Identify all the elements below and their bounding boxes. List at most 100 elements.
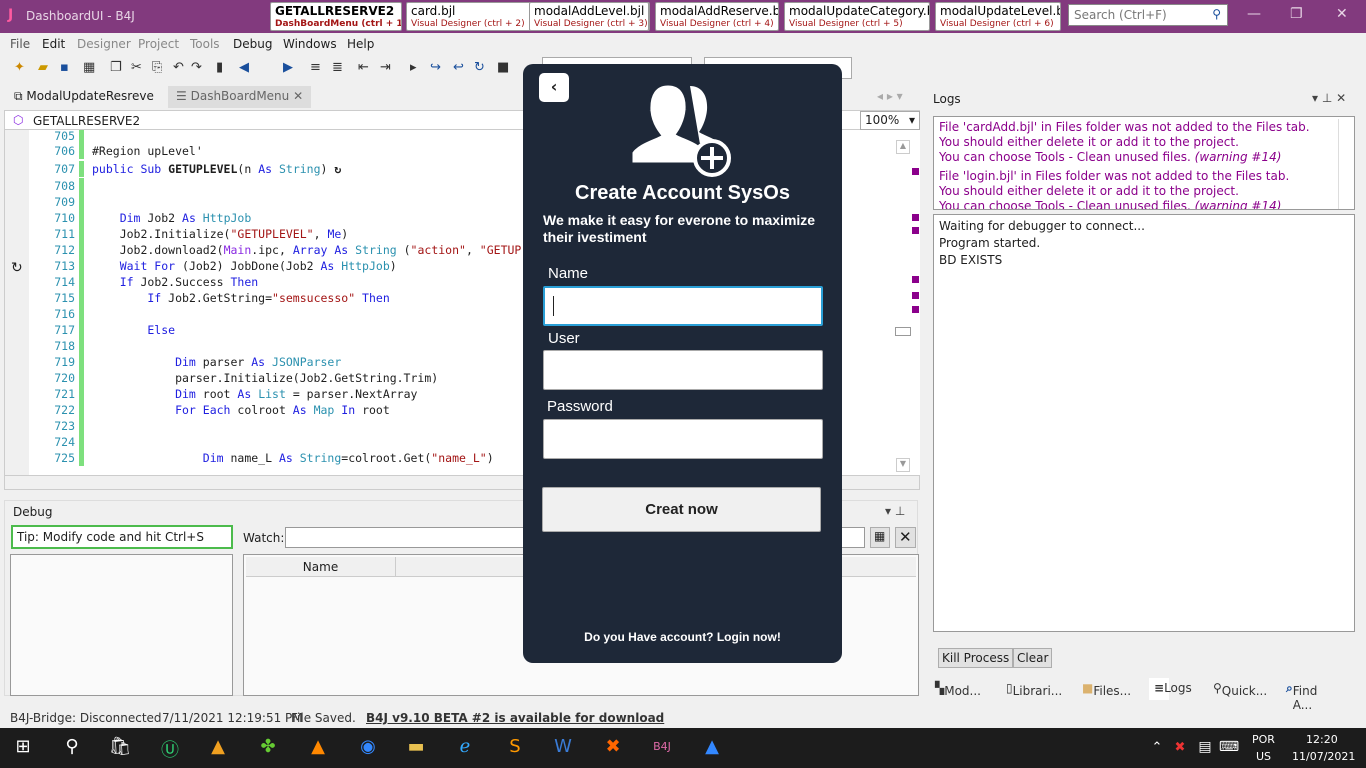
uncomment-icon[interactable]: ≣: [332, 60, 343, 75]
tab-find-all[interactable]: ⌕ Find A...: [1286, 681, 1317, 712]
back-icon[interactable]: ◀: [239, 60, 249, 75]
code-line[interactable]: 725 Dim name_L As String=colroot.Get("na…: [29, 450, 494, 466]
menu-edit[interactable]: Edit: [42, 37, 65, 51]
code-line[interactable]: 723: [29, 418, 92, 434]
comment-icon[interactable]: ≡: [310, 60, 321, 75]
menu-tools[interactable]: Tools: [190, 37, 220, 51]
code-line[interactable]: 709: [29, 194, 92, 210]
clock-date[interactable]: 11/07/2021: [1292, 750, 1355, 763]
code-line[interactable]: 706 #Region upLevel': [29, 143, 203, 159]
back-button[interactable]: ‹: [539, 73, 569, 102]
edge-icon[interactable]: ℯ: [450, 736, 480, 757]
app-blue-icon[interactable]: ▲: [697, 736, 727, 757]
create-now-button[interactable]: Creat now: [542, 487, 821, 532]
step-out-icon[interactable]: ↻: [474, 60, 485, 75]
vertical-scrollbar[interactable]: ▲ ▼: [894, 130, 912, 475]
code-line[interactable]: 707 public Sub GETUPLEVEL(n As String) ↻: [29, 161, 341, 177]
clock-time[interactable]: 12:20: [1306, 733, 1338, 746]
clover-icon[interactable]: ✤: [253, 736, 283, 757]
log-output[interactable]: Waiting for debugger to connect... Progr…: [933, 214, 1355, 632]
upwork-icon[interactable]: Ⓤ: [155, 736, 185, 762]
open-folder-icon[interactable]: ▰: [38, 60, 48, 75]
new-file-icon[interactable]: ✦: [14, 60, 25, 75]
code-line[interactable]: 711 Job2.Initialize("GETUPLEVEL", Me): [29, 226, 348, 242]
code-line[interactable]: 721 Dim root As List = parser.NextArray: [29, 386, 417, 402]
code-line[interactable]: 724: [29, 434, 92, 450]
run-icon[interactable]: ▸: [410, 60, 417, 75]
b4j-taskbar-icon[interactable]: B4J: [647, 740, 677, 753]
code-line[interactable]: 716: [29, 306, 92, 322]
close-tab-icon[interactable]: ✕: [293, 89, 303, 103]
xampp-icon[interactable]: ✖: [598, 736, 628, 757]
code-line[interactable]: 719 Dim parser As JSONParser: [29, 354, 341, 370]
language[interactable]: POR: [1252, 733, 1275, 746]
login-link[interactable]: Do you Have account? Login now!: [523, 630, 842, 644]
tab-scroll-icons[interactable]: ◂ ▸ ▾: [877, 89, 903, 103]
calculator-icon[interactable]: ▦: [870, 527, 890, 548]
stop-icon[interactable]: ■: [497, 60, 509, 75]
indent-icon[interactable]: ⇥: [380, 60, 391, 75]
tab-libraries[interactable]: ▯ Librari...: [1006, 681, 1062, 698]
outdent-icon[interactable]: ⇤: [358, 60, 369, 75]
menu-windows[interactable]: Windows: [283, 37, 337, 51]
warnings-scrollbar[interactable]: [1338, 119, 1352, 209]
code-line[interactable]: 708: [29, 178, 92, 194]
step-into-icon[interactable]: ↩: [453, 60, 464, 75]
file-tab-modaladdlevel[interactable]: modalAddLevel.bjl Visual Designer (ctrl +…: [529, 2, 649, 31]
file-tab-modalupdatecategory[interactable]: modalUpdateCategory.bjl Visual Designer (…: [784, 2, 930, 31]
cut-icon[interactable]: ✂: [131, 60, 142, 75]
column-name[interactable]: Name: [246, 557, 396, 577]
warnings-list[interactable]: File 'cardAdd.bjl' in Files folder was n…: [933, 116, 1355, 210]
code-line[interactable]: 715 If Job2.GetString="semsucesso" Then: [29, 290, 390, 306]
code-line[interactable]: 714 If Job2.Success Then: [29, 274, 258, 290]
file-explorer-icon[interactable]: ▬: [401, 736, 431, 757]
breakpoint-gutter[interactable]: [5, 130, 29, 475]
code-line[interactable]: 712 Job2.download2(Main.ipc, Array As St…: [29, 242, 521, 258]
password-input[interactable]: [543, 419, 823, 459]
keyboard-icon[interactable]: ⌨: [1214, 739, 1244, 755]
copy-icon[interactable]: ❐: [110, 60, 122, 75]
kill-process-button[interactable]: Kill Process: [938, 648, 1014, 668]
code-line[interactable]: 717 Else: [29, 322, 175, 338]
tab-logs[interactable]: ≡ Logs: [1149, 678, 1192, 700]
redo-icon[interactable]: ↷: [191, 60, 202, 75]
file-tab-modaladdreserve[interactable]: modalAddReserve.bjl Visual Designer (ctrl…: [655, 2, 779, 31]
forward-icon[interactable]: ▶: [283, 60, 293, 75]
clear-button[interactable]: Clear: [1013, 648, 1053, 668]
windows-start-icon[interactable]: ⊞: [8, 736, 38, 757]
clear-watch-icon[interactable]: ✕: [895, 527, 916, 548]
code-line[interactable]: 722 For Each colroot As Map In root: [29, 402, 390, 418]
close-button[interactable]: ✕: [1336, 6, 1348, 22]
app-triangle-icon[interactable]: ▲: [203, 736, 233, 757]
keyboard-layout[interactable]: US: [1256, 750, 1271, 763]
menu-file[interactable]: File: [10, 37, 30, 51]
tab-dashboardmenu[interactable]: ☰ DashBoardMenu ✕: [168, 86, 312, 108]
panel-controls-icon[interactable]: ▾ ⊥ ✕: [1312, 91, 1346, 105]
file-tab-modalupdatelevel[interactable]: modalUpdateLevel.bjl Visual Designer (ctr…: [935, 2, 1061, 31]
call-stack-list[interactable]: [10, 554, 233, 696]
code-line[interactable]: 713 Wait For (Job2) JobDone(Job2 As Http…: [29, 258, 397, 274]
save-all-icon[interactable]: ▦: [83, 60, 95, 75]
search-icon[interactable]: ⚲: [57, 736, 87, 757]
paste-icon[interactable]: ⎘: [152, 60, 162, 75]
search-input[interactable]: Search (Ctrl+F) ⚲: [1068, 4, 1228, 26]
save-icon[interactable]: ▪: [60, 60, 69, 75]
scroll-thumb[interactable]: [895, 327, 911, 336]
name-input[interactable]: [543, 286, 823, 326]
vlc-icon[interactable]: ▲: [303, 736, 333, 757]
menu-designer[interactable]: Designer: [77, 37, 131, 51]
step-over-icon[interactable]: ↪: [430, 60, 441, 75]
pin-icon[interactable]: ▾ ⊥: [885, 504, 905, 518]
minimize-button[interactable]: —: [1247, 6, 1261, 22]
maximize-button[interactable]: ❐: [1290, 6, 1303, 22]
code-line[interactable]: 720 parser.Initialize(Job2.GetString.Tri…: [29, 370, 438, 386]
code-line[interactable]: 705: [29, 130, 92, 144]
menu-help[interactable]: Help: [347, 37, 374, 51]
file-tab-getallreserve2[interactable]: GETALLRESERVE2 DashBoardMenu (ctrl + 1): [270, 2, 402, 31]
undo-icon[interactable]: ↶: [173, 60, 184, 75]
code-line[interactable]: 718: [29, 338, 92, 354]
store-icon[interactable]: 🛍: [105, 736, 135, 757]
tab-quick-search[interactable]: ⚲ Quick...: [1213, 681, 1267, 698]
sublime-icon[interactable]: S: [500, 736, 530, 757]
word-icon[interactable]: W: [548, 736, 578, 757]
